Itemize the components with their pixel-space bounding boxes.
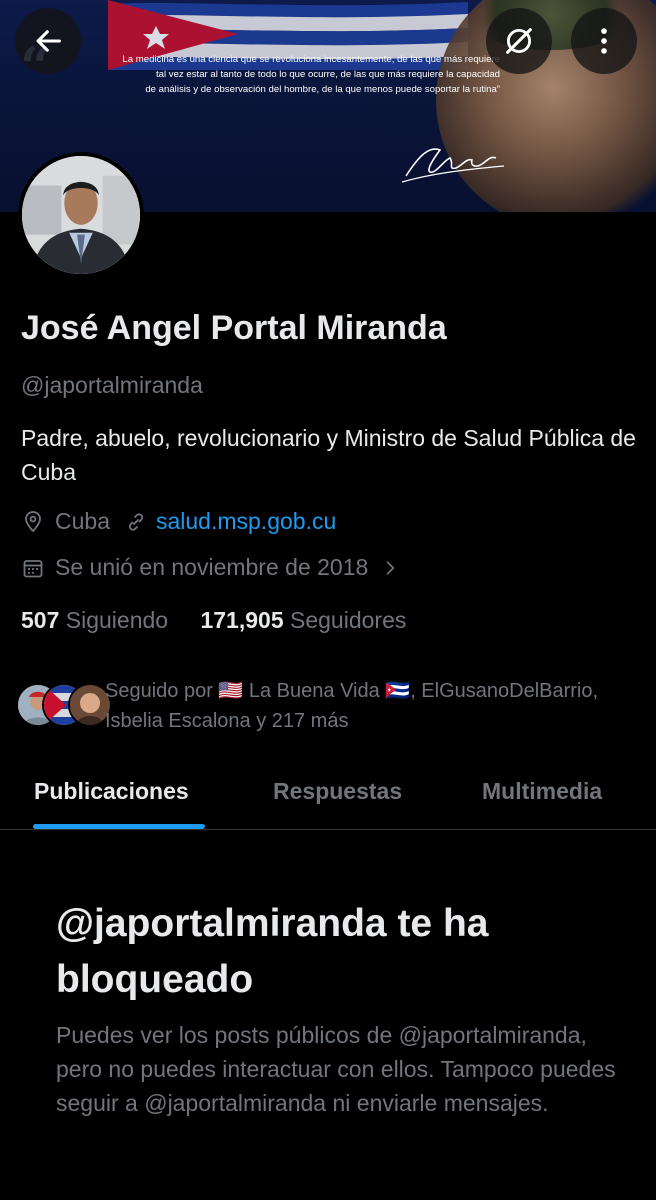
followed-by-row[interactable]: Seguido por 🇺🇸 La Buena Vida 🇨🇺, ElGusan…: [16, 676, 646, 736]
followers-count: 171,905: [200, 607, 284, 633]
profile-bio: Padre, abuelo, revolucionario y Ministro…: [21, 425, 636, 485]
tab-publicaciones[interactable]: Publicaciones: [34, 778, 189, 805]
following-count: 507: [21, 607, 60, 633]
calendar-icon: [23, 559, 43, 577]
more-vertical-icon: [601, 28, 607, 54]
link-icon: [128, 512, 144, 531]
display-name: José Angel Portal Miranda: [21, 309, 447, 347]
profile-tabs: Publicaciones Respuestas Multimedia: [0, 760, 656, 830]
following-link[interactable]: 507 Siguiendo: [21, 607, 168, 633]
followers-link[interactable]: 171,905 Seguidores: [200, 607, 406, 633]
followed-by-text: Seguido por 🇺🇸 La Buena Vida 🇨🇺, ElGusan…: [105, 680, 599, 732]
location-pin-icon: [25, 510, 41, 532]
back-button[interactable]: [15, 8, 81, 74]
followers-label: Seguidores: [290, 607, 407, 633]
tab-respuestas[interactable]: Respuestas: [273, 778, 402, 805]
join-date-text: Se unió en noviembre de 2018: [55, 554, 369, 580]
tab-multimedia[interactable]: Multimedia: [482, 778, 602, 805]
grok-button[interactable]: [486, 8, 552, 74]
profile-screen: “ La medicina es una ciencia que se revo…: [0, 0, 656, 1200]
following-label: Siguiendo: [65, 607, 169, 633]
blocked-title: @japortalmiranda te ha bloqueado: [56, 902, 489, 1001]
arrow-left-icon: [36, 30, 61, 52]
avatar-photo: [22, 156, 140, 274]
location-text: Cuba: [55, 508, 110, 534]
join-date-row[interactable]: Se unió en noviembre de 2018: [21, 554, 400, 581]
signature-image: [401, 148, 505, 183]
grok-icon: [506, 28, 532, 54]
username-handle: @japortalmiranda: [21, 372, 203, 398]
avatar[interactable]: [18, 152, 144, 278]
follow-counts: 507 Siguiendo 171,905 Seguidores: [21, 607, 406, 634]
active-tab-indicator: [33, 824, 205, 829]
chevron-right-icon: [386, 560, 395, 575]
website-link[interactable]: salud.msp.gob.cu: [156, 508, 336, 535]
more-options-button[interactable]: [571, 8, 637, 74]
profile-meta-location-website: Cuba salud.msp.gob.cu: [21, 508, 336, 535]
blocked-message: Puedes ver los posts públicos de @japort…: [56, 1022, 616, 1116]
